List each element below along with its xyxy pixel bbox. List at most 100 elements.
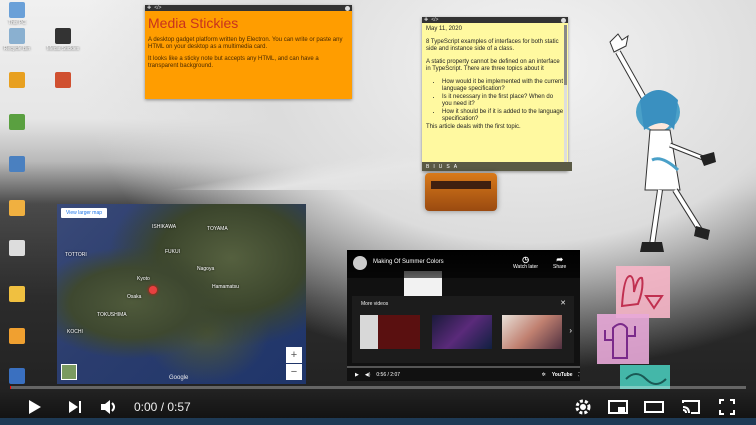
desktop-icon[interactable] bbox=[40, 72, 86, 90]
share-icon: ➦ bbox=[556, 255, 564, 264]
settings-button[interactable] bbox=[572, 396, 594, 418]
player-progress-bar[interactable] bbox=[10, 386, 746, 389]
map-card[interactable]: View larger map ISHIKAWA TOYAMA FUKUI TO… bbox=[57, 204, 306, 384]
format-toolbar: B I U S A bbox=[422, 162, 572, 171]
sticky-titlebar[interactable]: ✚ </> bbox=[145, 5, 352, 11]
desktop-icon[interactable]: This PC bbox=[0, 2, 40, 26]
fullscreen-icon[interactable]: ⛶ bbox=[578, 372, 580, 378]
map-label: ISHIKAWA bbox=[152, 224, 177, 230]
share-label: Share bbox=[553, 264, 567, 270]
youtube-embed[interactable]: Making Of Summer Colors ◷ Watch later ➦ … bbox=[347, 250, 580, 381]
app-icon bbox=[55, 72, 71, 88]
video-time: 0:56 / 2:07 bbox=[376, 372, 401, 378]
bullet-list: How would it be implemented with the cur… bbox=[426, 79, 564, 123]
windows-taskbar bbox=[0, 418, 756, 425]
zoom-out-button[interactable]: − bbox=[286, 364, 302, 380]
app-icon bbox=[9, 114, 25, 130]
next-icon bbox=[69, 401, 81, 413]
desktop-icon[interactable]: Media Stickies bbox=[40, 28, 86, 52]
settings-icon[interactable]: ✲ bbox=[542, 372, 546, 378]
miniplayer-button[interactable] bbox=[607, 396, 629, 418]
next-button[interactable] bbox=[64, 396, 86, 418]
desktop-icon[interactable] bbox=[0, 200, 40, 218]
code-icon[interactable]: </> bbox=[154, 5, 161, 11]
sticky-date: May 11, 2020 bbox=[426, 26, 462, 32]
map-label: TOKUSHIMA bbox=[97, 312, 127, 318]
list-item: How would it be implemented with the cur… bbox=[442, 79, 564, 93]
video-progress[interactable] bbox=[347, 366, 580, 368]
close-icon[interactable]: ✕ bbox=[560, 299, 566, 307]
video-thumbnail[interactable] bbox=[502, 315, 562, 349]
desktop-icon[interactable] bbox=[0, 328, 40, 346]
orange-sticky[interactable]: ✚ </> Media Stickies A desktop gadget pl… bbox=[145, 5, 352, 99]
volume-icon[interactable]: ◀) bbox=[365, 372, 371, 378]
cast-icon bbox=[682, 400, 700, 414]
app-icon bbox=[9, 240, 25, 256]
view-larger-map-button[interactable]: View larger map bbox=[61, 208, 108, 218]
fullscreen-button[interactable] bbox=[716, 396, 738, 418]
video-thumbnail[interactable] bbox=[432, 315, 492, 349]
zoom-in-button[interactable]: + bbox=[286, 347, 302, 363]
theater-mode-button[interactable] bbox=[643, 396, 665, 418]
scrollbar[interactable] bbox=[564, 25, 567, 165]
watch-later-label: Watch later bbox=[513, 264, 539, 270]
map-label: FUKUI bbox=[165, 249, 180, 255]
map-label: Hamamatsu bbox=[212, 284, 239, 290]
sticky-body[interactable]: May 11, 2020 8 TypeScript examples of in… bbox=[422, 23, 568, 159]
google-logo: Google bbox=[169, 375, 189, 381]
underline-button[interactable]: U bbox=[439, 164, 443, 170]
app-icon bbox=[55, 28, 71, 44]
strike-button[interactable]: S bbox=[446, 164, 449, 170]
play-icon bbox=[29, 400, 41, 414]
anime-girl-illustration bbox=[609, 33, 716, 252]
desktop-icon[interactable] bbox=[0, 368, 40, 386]
desktop-icon-label: Media Stickies bbox=[46, 46, 80, 52]
app-icon bbox=[9, 368, 25, 384]
app-icon bbox=[9, 28, 25, 44]
video-title[interactable]: Making Of Summer Colors bbox=[373, 259, 444, 265]
desktop-icon[interactable] bbox=[0, 114, 40, 132]
code-icon[interactable]: </> bbox=[431, 17, 438, 23]
share-button[interactable]: ➦ Share bbox=[553, 255, 566, 270]
video-thumbnail[interactable] bbox=[360, 315, 420, 349]
yellow-sticky[interactable]: ✚ </> May 11, 2020 8 TypeScript examples… bbox=[422, 17, 572, 171]
italic-button[interactable]: I bbox=[433, 164, 434, 170]
sticky-paragraph: This article deals with the first topic. bbox=[426, 124, 521, 130]
desktop-icon[interactable] bbox=[0, 286, 40, 304]
close-icon[interactable] bbox=[561, 17, 566, 23]
map-type-thumbnail[interactable] bbox=[61, 364, 77, 380]
volume-button[interactable] bbox=[98, 396, 120, 418]
desktop: This PC Recycle Bin Media Stickies ✚ </> M… bbox=[0, 0, 756, 425]
desktop-icon[interactable] bbox=[0, 240, 40, 258]
youtube-logo[interactable]: YouTube bbox=[552, 372, 573, 378]
map-label: Nagoya bbox=[197, 266, 215, 272]
bold-button[interactable]: B bbox=[426, 164, 429, 170]
list-item: Is it necessary in the first place? When… bbox=[442, 94, 564, 108]
chevron-right-icon[interactable]: › bbox=[569, 326, 572, 335]
list-item: How it should be if it is added to the l… bbox=[442, 109, 564, 123]
cast-button[interactable] bbox=[680, 396, 702, 418]
font-color-button[interactable]: A bbox=[454, 164, 457, 170]
desktop-icon[interactable]: Recycle Bin bbox=[0, 28, 40, 52]
volume-icon bbox=[101, 400, 115, 414]
app-icon bbox=[9, 72, 25, 88]
clock-icon: ◷ bbox=[522, 255, 530, 264]
video-controls: ▶ ◀) 0:56 / 2:07 ✲ YouTube ⛶ bbox=[347, 369, 580, 381]
more-videos-panel: More videos ✕ › bbox=[352, 296, 574, 363]
location-pin-icon[interactable] bbox=[149, 286, 157, 294]
watch-later-button[interactable]: ◷ Watch later bbox=[513, 255, 538, 270]
desktop-icon-label: Recycle Bin bbox=[3, 46, 31, 52]
play-button[interactable] bbox=[24, 396, 46, 418]
close-icon[interactable] bbox=[345, 5, 350, 11]
desktop-icon[interactable] bbox=[0, 72, 40, 90]
move-icon[interactable]: ✚ bbox=[424, 17, 428, 23]
map-label: TOTTORI bbox=[65, 252, 87, 258]
play-icon[interactable]: ▶ bbox=[355, 372, 359, 378]
desktop-icon[interactable] bbox=[0, 156, 40, 174]
cactus-sticker bbox=[597, 314, 649, 364]
gear-icon bbox=[575, 399, 591, 415]
move-icon[interactable]: ✚ bbox=[147, 5, 151, 11]
channel-avatar[interactable] bbox=[353, 256, 367, 270]
app-icon bbox=[9, 156, 25, 172]
map-label: KOCHI bbox=[67, 329, 83, 335]
